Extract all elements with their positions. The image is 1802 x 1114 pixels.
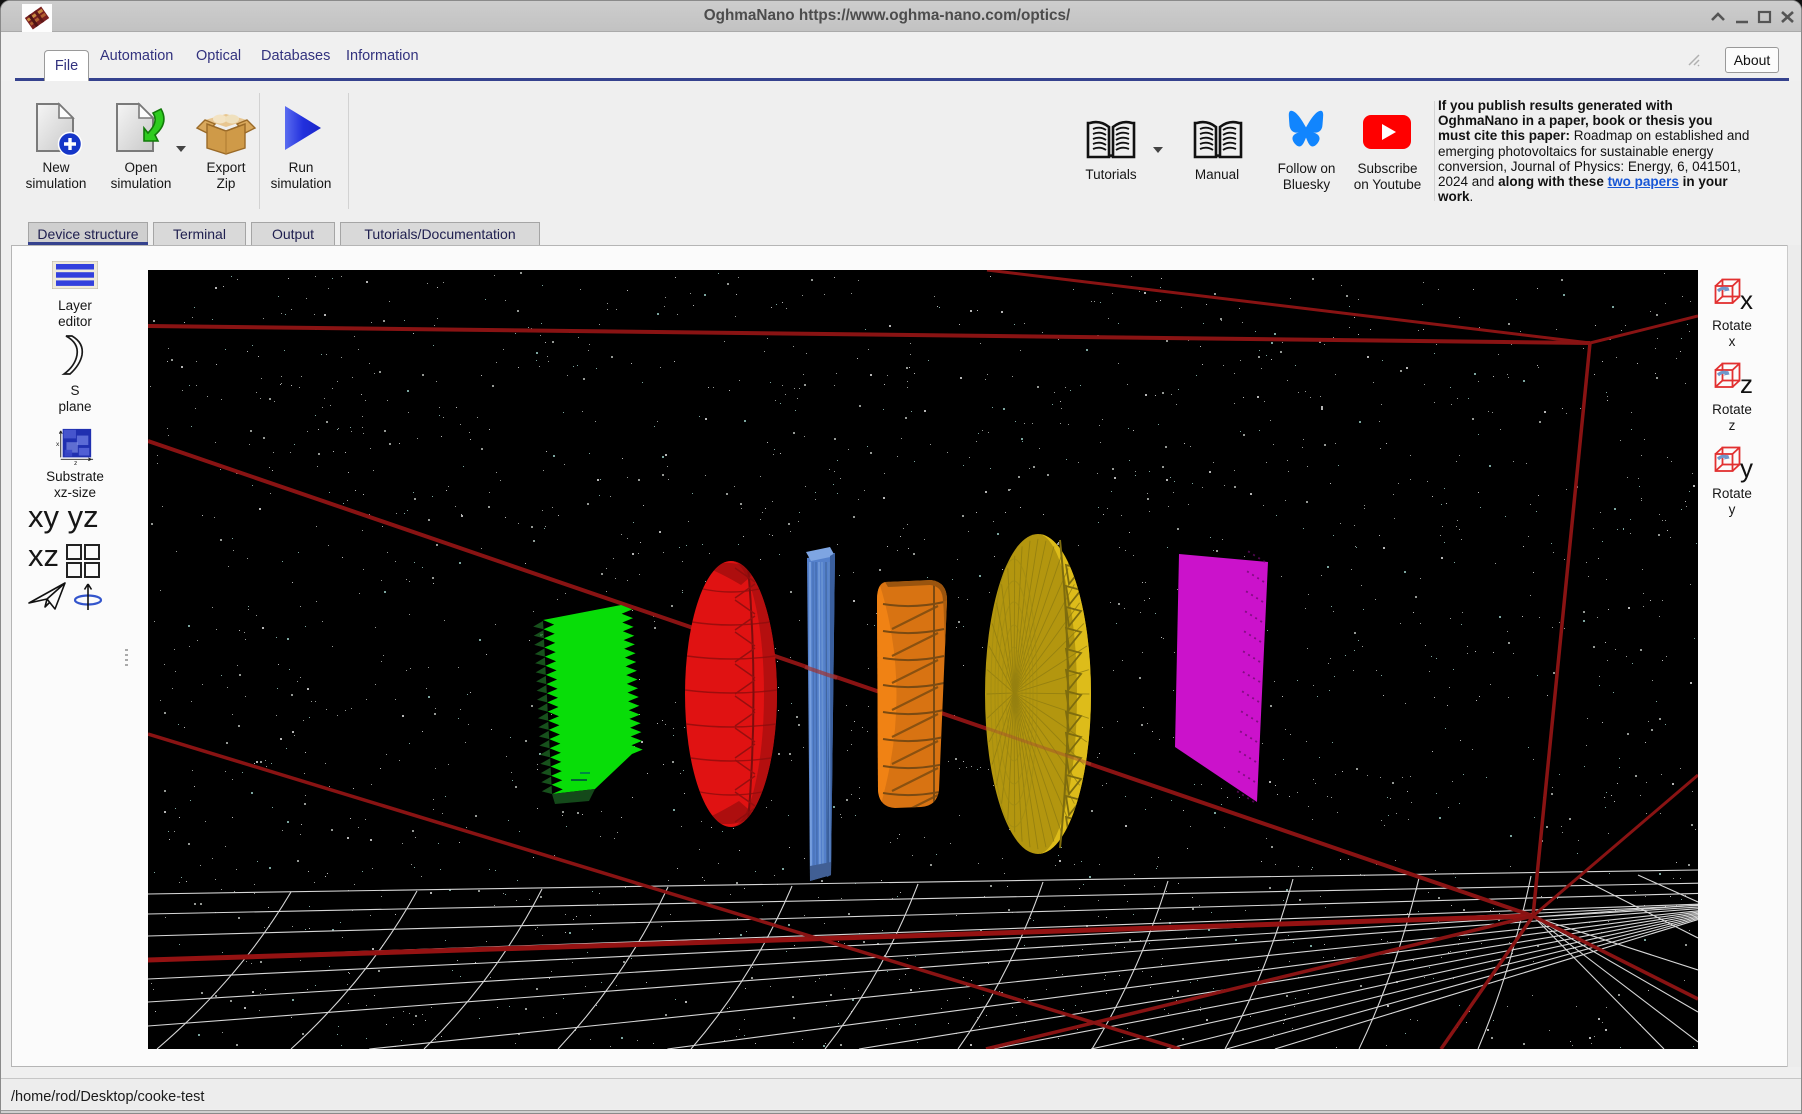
svg-text:x: x	[56, 441, 60, 448]
svg-text:z: z	[74, 460, 77, 465]
